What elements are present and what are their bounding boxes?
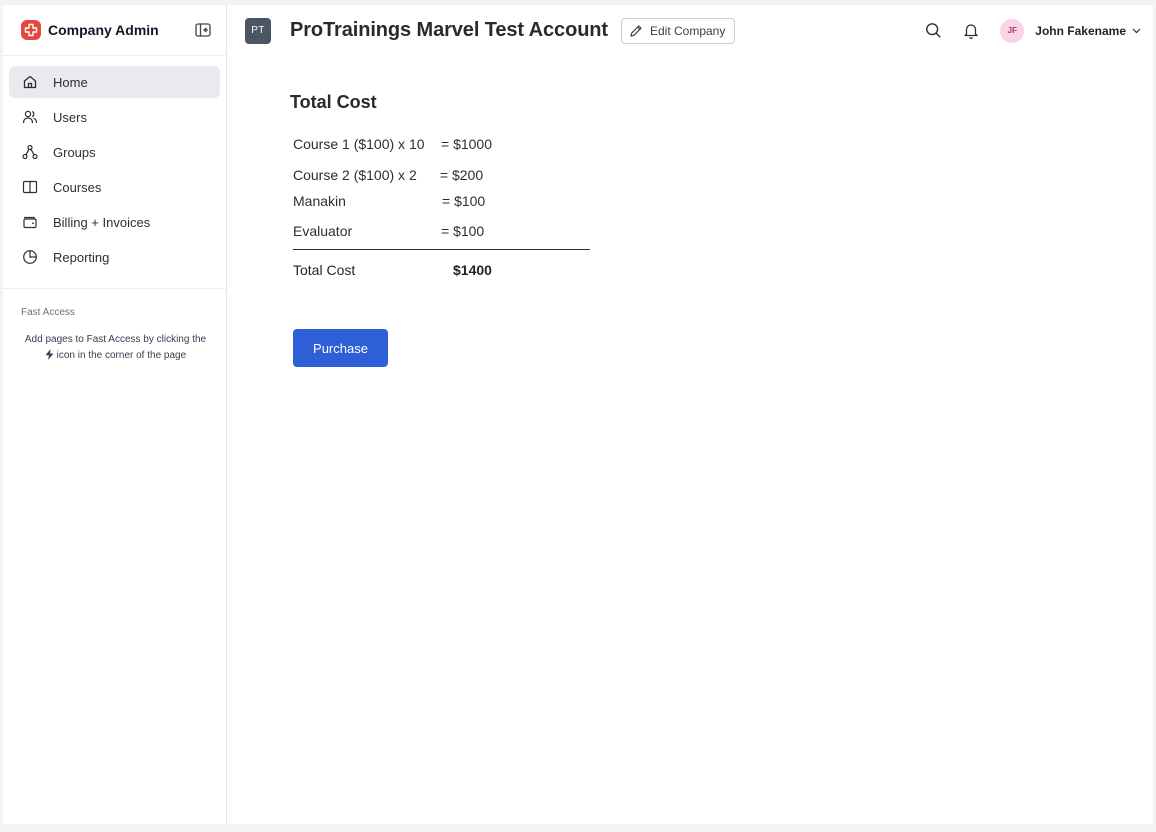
total-divider (293, 249, 590, 250)
cost-item-label: Manakin (293, 193, 346, 209)
cost-row: Evaluator = $100 (293, 220, 590, 242)
edit-company-button[interactable]: Edit Company (620, 17, 736, 44)
brand-logo-icon (21, 20, 41, 40)
cost-item-value: = $200 (436, 167, 484, 183)
user-name: John Fakename (1035, 23, 1126, 38)
cost-row: Manakin = $100 (293, 190, 590, 212)
page-title: ProTrainings Marvel Test Account (290, 19, 608, 41)
wallet-icon (21, 213, 39, 231)
main-area: PT ProTrainings Marvel Test Account Edit… (227, 5, 1153, 824)
sidebar-item-users[interactable]: Users (9, 101, 220, 133)
users-icon (21, 108, 39, 126)
sidebar-item-billing[interactable]: Billing + Invoices (9, 206, 220, 238)
cost-row: Course 2 ($100) x 2 = $200 (293, 164, 590, 186)
cost-item-label: Evaluator (293, 223, 353, 239)
cost-item-value: = $1000 (441, 136, 492, 152)
sidebar-item-courses[interactable]: Courses (9, 171, 220, 203)
fast-access-title: Fast Access (21, 307, 75, 318)
fast-access-section: Fast Access Add pages to Fast Access by … (3, 289, 226, 364)
fast-access-text: icon in the corner of the page (56, 350, 187, 361)
sidebar-item-label: Reporting (53, 249, 110, 265)
home-icon (21, 73, 39, 91)
total-value: $1400 (453, 262, 492, 278)
sidebar-nav: Home Users Groups Courses Billing + Invo… (3, 56, 226, 289)
cost-item-value: = $100 (442, 193, 486, 209)
cost-item-label: Course 1 ($100) x 10 (293, 136, 425, 152)
search-icon[interactable] (922, 20, 944, 42)
brand-title: Company Admin (48, 22, 159, 38)
sidebar-item-home[interactable]: Home (9, 66, 220, 98)
app-window: Company Admin Home Users Groups Courses … (3, 5, 1153, 824)
purchase-button[interactable]: Purchase (293, 329, 388, 367)
bell-icon[interactable] (960, 20, 982, 42)
content-panel: Total Cost Course 1 ($100) x 10 = $1000 … (227, 56, 1153, 367)
groups-icon (21, 143, 39, 161)
pie-chart-icon (21, 248, 39, 266)
lightning-bolt-icon (45, 349, 54, 360)
cost-row: Course 1 ($100) x 10 = $1000 (293, 133, 590, 155)
cost-item-label: Course 2 ($100) x 2 (293, 167, 417, 183)
sidebar: Company Admin Home Users Groups Courses … (3, 5, 227, 824)
avatar: JF (1000, 18, 1025, 43)
edit-company-label: Edit Company (649, 23, 726, 38)
pencil-icon (630, 24, 642, 37)
top-bar: PT ProTrainings Marvel Test Account Edit… (227, 5, 1153, 56)
book-icon (21, 178, 39, 196)
company-badge: PT (245, 17, 271, 44)
user-menu[interactable]: JF John Fakename (1000, 18, 1141, 43)
cost-item-value: = $100 (441, 223, 485, 239)
sidebar-item-reporting[interactable]: Reporting (9, 241, 220, 273)
cost-breakdown: Course 1 ($100) x 10 = $1000 Course 2 ($… (293, 133, 590, 242)
sidebar-item-label: Billing + Invoices (53, 214, 151, 230)
sidebar-header: Company Admin (3, 5, 226, 56)
sidebar-item-label: Courses (53, 179, 102, 195)
sidebar-item-label: Home (53, 74, 88, 90)
sidebar-item-label: Groups (53, 144, 96, 160)
sidebar-item-label: Users (53, 109, 87, 125)
chevron-down-icon (1132, 28, 1141, 33)
fast-access-text: Add pages to Fast Access by clicking the (24, 334, 207, 345)
fast-access-description: Add pages to Fast Access by clicking the… (21, 332, 214, 364)
sidebar-item-groups[interactable]: Groups (9, 136, 220, 168)
section-title: Total Cost (290, 92, 377, 112)
sidebar-collapse-icon[interactable] (192, 19, 214, 41)
total-label: Total Cost (293, 262, 356, 278)
total-row: Total Cost $1400 (293, 259, 1153, 281)
